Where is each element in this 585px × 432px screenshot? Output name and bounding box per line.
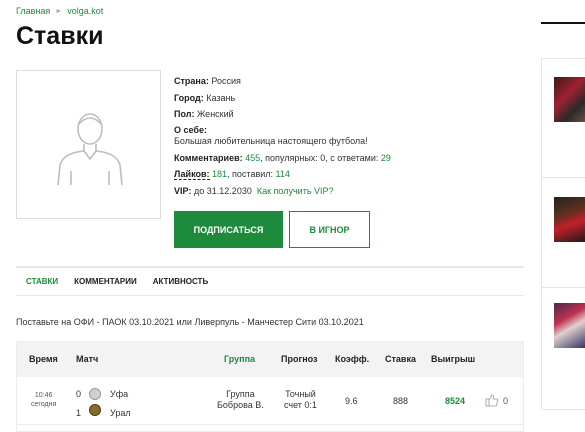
bets-table: Время Матч Группа Прогноз Коэфф. Ставка … bbox=[16, 341, 524, 432]
thumbs-up-icon bbox=[485, 394, 499, 407]
news-thumbnail[interactable] bbox=[554, 303, 585, 348]
profile-info: Страна: Россия Город: Казань Пол: Женски… bbox=[174, 73, 391, 199]
likes-label[interactable]: Лайков: bbox=[174, 169, 210, 180]
like-button[interactable]: 0 bbox=[485, 394, 508, 407]
breadcrumb-user-link[interactable]: volga.kot bbox=[67, 6, 103, 16]
col-match: Матч bbox=[76, 354, 99, 364]
bet-coef: 9.6 bbox=[345, 396, 358, 406]
page-title: Ставки bbox=[16, 22, 104, 50]
ignore-button[interactable]: В ИГНОР bbox=[289, 211, 370, 248]
bet-stake: 888 bbox=[393, 396, 409, 406]
bet-time: 10:46 сегодня bbox=[31, 392, 57, 408]
bet-offer-text: Поставьте на ОФИ - ПАОК 03.10.2021 или Л… bbox=[16, 317, 364, 327]
about-value: Большая любительница настоящего футбола! bbox=[174, 135, 368, 146]
city-row: Город: Казань bbox=[174, 92, 236, 103]
vip-until: до 31.12.2030 bbox=[194, 185, 252, 196]
comments-replies-link[interactable]: 29 bbox=[381, 153, 391, 163]
likes-given-link[interactable]: 114 bbox=[276, 169, 290, 179]
breadcrumb-separator-icon: ► bbox=[55, 7, 63, 15]
like-count: 0 bbox=[503, 395, 509, 406]
breadcrumb: Главная ► volga.kot bbox=[16, 6, 103, 16]
ural-logo-icon bbox=[89, 404, 101, 416]
country-row: Страна: Россия bbox=[174, 76, 241, 86]
sidebar-heading-rule bbox=[541, 22, 585, 24]
bet-forecast: Точный счет 0:1 bbox=[284, 389, 317, 410]
likes-row: Лайков: 181, поставил: 114 bbox=[174, 169, 290, 180]
col-win: Выигрыш bbox=[431, 354, 476, 364]
sidebar-divider bbox=[542, 287, 585, 288]
table-row[interactable]: 10:46 сегодня 01 Уфа Урал Группа Боброва В.… bbox=[17, 377, 523, 425]
vip-row: VIP: до 31.12.2030 Как получить VIP? bbox=[174, 185, 334, 196]
tabs-divider-top bbox=[16, 266, 524, 268]
profile-tabs: СТАВКИ КОММЕНТАРИИ АКТИВНОСТЬ bbox=[26, 277, 208, 286]
col-coef: Коэфф. bbox=[335, 354, 370, 364]
table-header: Время Матч Группа Прогноз Коэфф. Ставка … bbox=[17, 342, 523, 377]
news-thumbnail[interactable] bbox=[554, 77, 585, 122]
tab-comments[interactable]: КОММЕНТАРИИ bbox=[74, 277, 137, 286]
sidebar-divider bbox=[542, 177, 585, 178]
ufa-logo-icon bbox=[89, 388, 101, 400]
match-scores: 01 bbox=[76, 389, 82, 418]
breadcrumb-home-link[interactable]: Главная bbox=[16, 6, 50, 16]
tab-bets[interactable]: СТАВКИ bbox=[26, 277, 58, 286]
news-sidebar bbox=[541, 58, 585, 410]
gender-row: Пол: Женский bbox=[174, 109, 234, 119]
bet-win: 8524 bbox=[445, 396, 466, 406]
comments-row: Комментариев: 455, популярных: 0, с отве… bbox=[174, 152, 391, 163]
vip-info-link[interactable]: Как получить VIP? bbox=[257, 186, 334, 196]
country-value: Россия bbox=[211, 76, 241, 86]
team-logos bbox=[89, 385, 101, 420]
comments-count-link[interactable]: 455 bbox=[245, 153, 260, 163]
user-placeholder-icon bbox=[57, 113, 123, 186]
match-teams[interactable]: Уфа Урал bbox=[110, 385, 131, 423]
tabs-divider-bottom bbox=[16, 295, 524, 296]
col-forecast: Прогноз bbox=[281, 354, 318, 364]
news-thumbnail[interactable] bbox=[554, 197, 585, 242]
col-stake: Ставка bbox=[385, 354, 416, 364]
bet-group: Группа Боброва В. bbox=[217, 389, 264, 410]
gender-value: Женский bbox=[196, 109, 234, 119]
col-time: Время bbox=[29, 354, 58, 364]
about-row: О себе: Большая любительница настоящего ф… bbox=[174, 124, 368, 146]
subscribe-button[interactable]: ПОДПИСАТЬСЯ bbox=[174, 211, 283, 248]
avatar bbox=[16, 70, 161, 219]
col-group[interactable]: Группа bbox=[224, 354, 255, 364]
tab-activity[interactable]: АКТИВНОСТЬ bbox=[153, 277, 209, 286]
city-value: Казань bbox=[206, 92, 236, 103]
likes-count-link[interactable]: 181 bbox=[212, 169, 227, 179]
